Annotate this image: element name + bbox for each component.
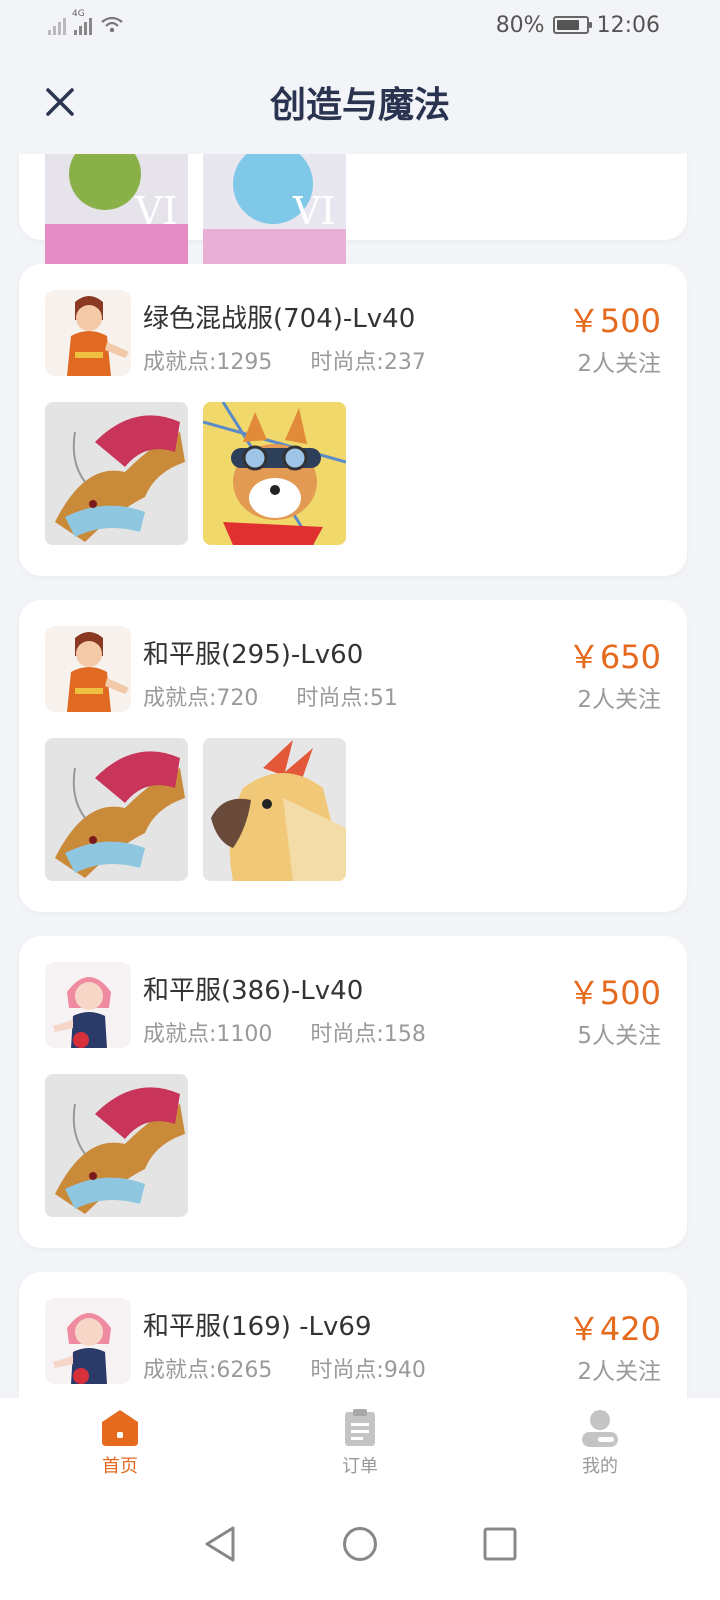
back-triangle-icon — [205, 1526, 235, 1562]
tab-orders-label: 订单 — [342, 1456, 378, 1477]
parrot-mount-thumb — [203, 738, 346, 881]
dragon-mount-thumb — [45, 738, 188, 881]
fashion-points: 时尚点:237 — [310, 350, 426, 375]
wifi-icon — [101, 16, 123, 33]
user-icon — [582, 1410, 618, 1447]
achievement-points: 成就点:1100 — [143, 1022, 273, 1047]
status-bar: 4G 80% 12:06 — [0, 0, 720, 50]
badge-text: VI — [134, 189, 177, 233]
achievement-points: 成就点:6265 — [143, 1358, 273, 1383]
home-button[interactable] — [340, 1524, 380, 1564]
home-circle-icon — [343, 1527, 377, 1561]
recents-button[interactable] — [480, 1524, 520, 1564]
listing-thumbs: VI VI — [45, 154, 346, 277]
dragon-mount-thumb — [45, 1074, 188, 1217]
avatar — [45, 290, 131, 376]
close-button[interactable] — [40, 82, 80, 122]
follower-count: 2人关注 — [577, 351, 661, 377]
price: ￥650 — [567, 638, 661, 676]
listing-thumbs — [45, 1074, 188, 1217]
back-button[interactable] — [200, 1524, 240, 1564]
status-right: 80% 12:06 — [496, 13, 660, 38]
listing-card[interactable]: 和平服(295)-Lv60 成就点:720 时尚点:51 ￥650 2人关注 — [19, 600, 687, 912]
follower-count: 2人关注 — [577, 1359, 661, 1385]
follower-count: 5人关注 — [577, 1023, 661, 1049]
network-type-label: 4G — [72, 9, 85, 19]
fashion-points: 时尚点:51 — [296, 686, 398, 711]
corgi-pet-thumb — [203, 402, 346, 545]
battery-icon — [552, 16, 592, 34]
fashion-points: 时尚点:940 — [310, 1358, 426, 1383]
status-signals: 4G — [48, 9, 124, 35]
clock: 12:06 — [596, 12, 660, 38]
tab-profile[interactable]: 我的 — [480, 1398, 720, 1488]
bottom-tab-bar: 首页 订单 我的 — [0, 1398, 720, 1488]
avatar — [45, 962, 131, 1048]
badge-text: VI — [292, 189, 335, 233]
listing-stats: 成就点:1100 时尚点:158 — [143, 1016, 426, 1048]
listing-stats: 成就点:6265 时尚点:940 — [143, 1352, 426, 1384]
dragon-mount-thumb — [45, 402, 188, 545]
avatar — [45, 1298, 131, 1384]
listing-scroll-area[interactable]: VI VI 绿色混战服(704)-Lv40 成就点:1295 时尚点:237 ￥… — [0, 154, 720, 1398]
price: ￥500 — [567, 974, 661, 1012]
tab-home[interactable]: 首页 — [0, 1398, 240, 1488]
battery-percent: 80% — [495, 12, 545, 38]
price: ￥500 — [567, 302, 661, 340]
listing-stats: 成就点:720 时尚点:51 — [143, 680, 398, 712]
listing-title: 绿色混战服(704)-Lv40 — [143, 304, 416, 334]
listing-card[interactable]: 和平服(169) -Lv69 成就点:6265 时尚点:940 ￥420 2人关… — [19, 1272, 687, 1398]
follower-count: 2人关注 — [577, 687, 661, 713]
sim1-signal-icon — [48, 15, 66, 35]
page-title: 创造与魔法 — [269, 85, 450, 126]
price: ￥420 — [567, 1310, 661, 1348]
home-icon — [102, 1410, 138, 1446]
recents-square-icon — [483, 1527, 517, 1561]
close-icon — [46, 88, 74, 116]
achievement-points: 成就点:1295 — [143, 350, 273, 375]
listing-title: 和平服(295)-Lv60 — [143, 640, 364, 670]
character-thumb: VI — [203, 154, 346, 277]
character-thumb: VI — [45, 154, 188, 277]
clipboard-icon — [345, 1409, 375, 1446]
listing-card[interactable]: 绿色混战服(704)-Lv40 成就点:1295 时尚点:237 ￥500 2人… — [19, 264, 687, 576]
app-header: 创造与魔法 — [0, 50, 720, 154]
listing-title: 和平服(169) -Lv69 — [143, 1312, 372, 1342]
avatar — [45, 626, 131, 712]
listing-stats: 成就点:1295 时尚点:237 — [143, 344, 426, 376]
sim2-signal-icon: 4G — [72, 9, 92, 35]
fashion-points: 时尚点:158 — [310, 1022, 426, 1047]
listing-card-partial[interactable]: VI VI — [19, 154, 687, 277]
system-navigation-bar — [0, 1488, 720, 1600]
tab-home-label: 首页 — [102, 1456, 138, 1477]
tab-orders[interactable]: 订单 — [240, 1398, 480, 1488]
tab-profile-label: 我的 — [582, 1456, 618, 1477]
achievement-points: 成就点:720 — [143, 686, 259, 711]
listing-card[interactable]: 和平服(386)-Lv40 成就点:1100 时尚点:158 ￥500 5人关注 — [19, 936, 687, 1248]
listing-title: 和平服(386)-Lv40 — [143, 976, 364, 1006]
battery-fill — [556, 20, 579, 30]
listing-thumbs — [45, 402, 346, 545]
listing-thumbs — [45, 738, 346, 881]
